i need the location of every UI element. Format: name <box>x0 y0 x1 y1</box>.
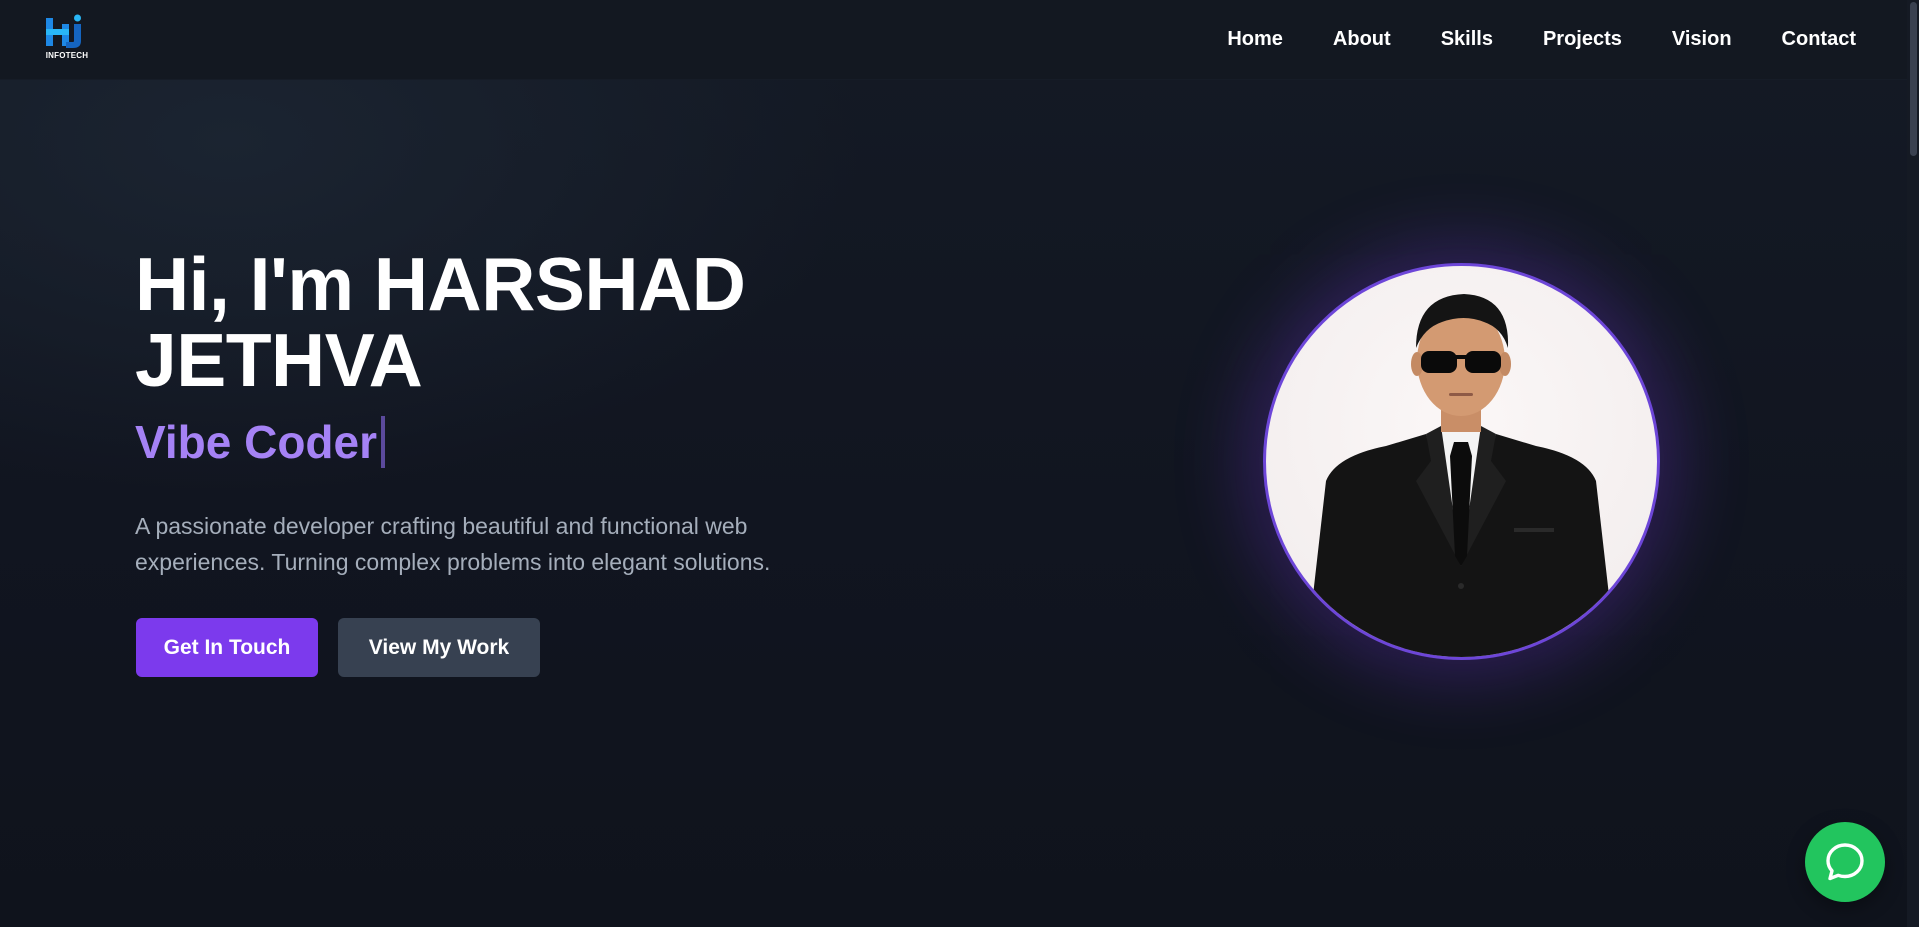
logo-text: INFOTECH <box>45 51 89 60</box>
nav-projects[interactable]: Projects <box>1543 28 1622 51</box>
nav-contact[interactable]: Contact <box>1782 28 1856 51</box>
hero-description: A passionate developer crafting beautifu… <box>135 513 771 575</box>
view-my-work-button[interactable]: View My Work <box>338 618 540 677</box>
typing-cursor <box>381 416 385 468</box>
main-nav: Home About Skills Projects Vision Contac… <box>1177 0 1856 79</box>
hero-title-line-2: JETHVA <box>135 318 423 402</box>
hero-subtitle: Vibe Coder <box>135 412 385 472</box>
get-in-touch-button[interactable]: Get In Touch <box>136 618 318 677</box>
hj-logo-icon <box>46 14 81 48</box>
navbar: INFOTECH Home About Skills Projects Visi… <box>0 0 1919 80</box>
hero-subtitle-text: Vibe Coder <box>135 416 377 468</box>
profile-portrait <box>1306 294 1616 657</box>
nav-skills[interactable]: Skills <box>1441 28 1493 51</box>
nav-vision[interactable]: Vision <box>1672 28 1732 51</box>
scrollbar-thumb[interactable] <box>1910 2 1917 156</box>
profile-avatar <box>1263 263 1660 660</box>
page: INFOTECH Home About Skills Projects Visi… <box>0 0 1919 927</box>
chat-button[interactable] <box>1805 822 1885 902</box>
chat-bubble-icon <box>1826 843 1864 881</box>
hero-title: Hi, I'm HARSHAD JETHVA <box>135 246 955 398</box>
page-scrollbar[interactable] <box>1907 0 1919 927</box>
logo[interactable]: INFOTECH <box>44 14 90 62</box>
nav-about[interactable]: About <box>1333 28 1391 51</box>
nav-home[interactable]: Home <box>1227 28 1283 51</box>
hero-title-line-1: Hi, I'm HARSHAD <box>135 242 746 326</box>
